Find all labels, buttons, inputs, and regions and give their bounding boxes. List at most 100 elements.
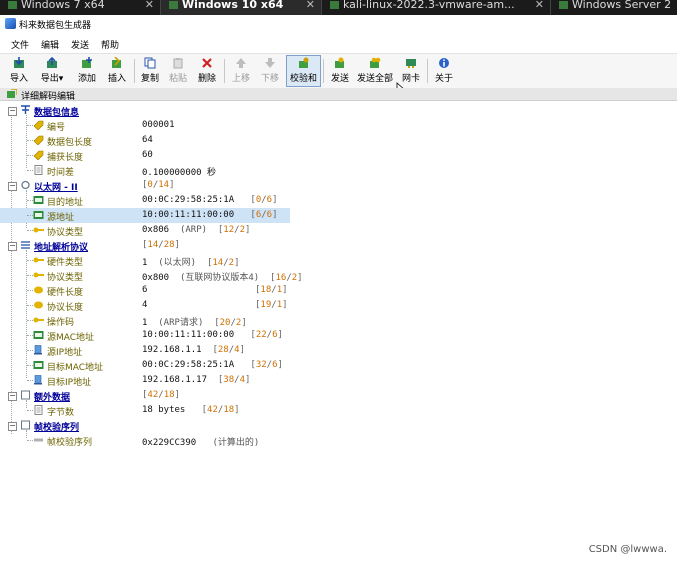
key-icon bbox=[33, 227, 44, 233]
section-icon bbox=[21, 420, 30, 430]
mac-address-icon bbox=[33, 211, 44, 219]
tree-row[interactable]: 时间差 0.100000000 秒 bbox=[0, 163, 677, 178]
field-icon bbox=[33, 120, 44, 130]
field-icon bbox=[34, 286, 43, 294]
field-value[interactable]: 00:0C:29:58:25:1A [32/6] bbox=[142, 360, 283, 370]
tree-row[interactable]: 硬件长度 6 [18/1] bbox=[0, 283, 677, 298]
send-all-button[interactable]: 发送全部 bbox=[355, 56, 395, 86]
title-bar: 科来数据包生成器 bbox=[0, 15, 677, 33]
menu-edit[interactable]: 编辑 bbox=[41, 38, 59, 51]
dropdown-arrow-icon[interactable]: ▾ bbox=[59, 74, 64, 84]
send-button[interactable]: 发送 bbox=[327, 56, 353, 86]
info-icon bbox=[439, 58, 449, 68]
tree-section-extra-data[interactable]: − 额外数据 [42/18] bbox=[0, 388, 677, 403]
tree-row[interactable]: 硬件类型 1 (以太网) [14/2] bbox=[0, 253, 677, 268]
toolbar-separator bbox=[134, 59, 135, 83]
send-all-icon bbox=[370, 57, 381, 68]
byte-range: [19/1] bbox=[255, 300, 288, 310]
field-value[interactable]: 10:00:11:11:00:00 [6/6] bbox=[142, 210, 278, 220]
field-value[interactable]: 10:00:11:11:00:00 [22/6] bbox=[142, 330, 283, 340]
field-value[interactable]: 192.168.1.1 [28/4] bbox=[142, 345, 245, 355]
menu-help[interactable]: 帮助 bbox=[101, 38, 119, 51]
tree-row[interactable]: 帧校验序列 0x229CC390 (计算出的) bbox=[0, 433, 677, 448]
tree-section-packet-info[interactable]: − 数据包信息 bbox=[0, 103, 677, 118]
key-icon bbox=[33, 272, 44, 278]
delete-button[interactable]: 删除 bbox=[194, 56, 220, 86]
vm-tab[interactable]: kali-linux-2022.3-vmware-am... ✕ bbox=[322, 0, 551, 15]
tree-row[interactable]: 目的地址 00:0C:29:58:25:1A [0/6] bbox=[0, 193, 677, 208]
field-value[interactable]: 1 (以太网) [14/2] bbox=[142, 255, 239, 268]
field-value[interactable]: 18 bytes [42/18] bbox=[142, 405, 240, 415]
field-icon bbox=[34, 438, 43, 442]
checksum-icon bbox=[298, 57, 308, 68]
vm-tab-active[interactable]: Windows 10 x64 ✕ bbox=[161, 0, 322, 15]
field-value[interactable]: 192.168.1.17 [38/4] bbox=[142, 375, 250, 385]
collapse-icon[interactable]: − bbox=[8, 422, 17, 431]
tree-row[interactable]: 编号 000001 bbox=[0, 118, 677, 133]
mac-address-icon bbox=[33, 196, 44, 204]
menu-send[interactable]: 发送 bbox=[71, 38, 89, 51]
field-icon bbox=[34, 301, 43, 309]
field-value[interactable]: 1 (ARP请求) [20/2] bbox=[142, 315, 247, 328]
export-button[interactable]: 导出▾ bbox=[36, 56, 68, 86]
vm-tab[interactable]: Windows Server 2 bbox=[551, 0, 677, 15]
field-value[interactable]: 00:0C:29:58:25:1A [0/6] bbox=[142, 195, 278, 205]
field-value[interactable]: 0x806 (ARP) [12/2] bbox=[142, 225, 250, 235]
tree-row[interactable]: 协议类型 0x800 (互联网协议版本4) [16/2] bbox=[0, 268, 677, 283]
collapse-icon[interactable]: − bbox=[8, 392, 17, 401]
app-icon bbox=[5, 18, 16, 29]
tree-row[interactable]: 捕获长度 60 bbox=[0, 148, 677, 163]
menu-file[interactable]: 文件 bbox=[11, 38, 29, 51]
vm-tab[interactable]: Windows 7 x64 ✕ bbox=[0, 0, 161, 15]
checksum-button[interactable]: 校验和 bbox=[286, 55, 321, 87]
byte-range: [0/14] bbox=[142, 180, 175, 190]
tree-row[interactable]: 目标IP地址 192.168.1.17 [38/4] bbox=[0, 373, 677, 388]
tree-section-arp[interactable]: − 地址解析协议 [14/28] bbox=[0, 238, 677, 253]
add-button[interactable]: 添加 bbox=[73, 56, 101, 86]
close-icon[interactable]: ✕ bbox=[145, 0, 154, 10]
byte-range: [18/1] bbox=[255, 285, 288, 295]
tree-section-fcs[interactable]: − 帧校验序列 bbox=[0, 418, 677, 433]
vm-tab-strip: Windows 7 x64 ✕ Windows 10 x64 ✕ kali-li… bbox=[0, 0, 677, 15]
byte-range: [14/28] bbox=[142, 240, 180, 250]
collapse-icon[interactable]: − bbox=[8, 182, 17, 191]
tree-row[interactable]: 协议类型 0x806 (ARP) [12/2] bbox=[0, 223, 677, 238]
document-icon bbox=[34, 405, 43, 415]
vm-icon bbox=[559, 1, 568, 9]
import-button[interactable]: 导入 bbox=[5, 56, 33, 86]
close-icon[interactable]: ✕ bbox=[535, 0, 544, 10]
decode-panel-header: 详细解码编辑 bbox=[0, 88, 677, 102]
section-icon bbox=[21, 390, 30, 400]
move-down-button[interactable]: 下移 bbox=[257, 56, 283, 86]
window-title: 科来数据包生成器 bbox=[19, 21, 92, 31]
decode-tree: − 数据包信息 编号 000001 数据包长度 64 捕获长度 60 时间差 0… bbox=[0, 101, 677, 565]
field-value[interactable]: 0x229CC390 (计算出的) bbox=[142, 435, 259, 448]
paste-icon bbox=[173, 58, 183, 69]
tree-row[interactable]: 源IP地址 192.168.1.1 [28/4] bbox=[0, 343, 677, 358]
tree-row-selected[interactable]: 源地址 10:00:11:11:00:00 [6/6] bbox=[0, 208, 677, 223]
close-icon[interactable]: ✕ bbox=[306, 0, 315, 10]
collapse-icon[interactable]: − bbox=[8, 107, 17, 116]
tree-row[interactable]: 操作码 1 (ARP请求) [20/2] bbox=[0, 313, 677, 328]
about-button[interactable]: 关于 bbox=[431, 56, 457, 86]
add-icon bbox=[82, 57, 92, 68]
tree-row[interactable]: 数据包长度 64 bbox=[0, 133, 677, 148]
field-value[interactable]: 0x800 (互联网协议版本4) [16/2] bbox=[142, 270, 303, 283]
section-icon bbox=[21, 180, 30, 190]
tree-row[interactable]: 目标MAC地址 00:0C:29:58:25:1A [32/6] bbox=[0, 358, 677, 373]
copy-button[interactable]: 复制 bbox=[137, 56, 163, 86]
tree-row[interactable]: 字节数 18 bytes [42/18] bbox=[0, 403, 677, 418]
arrow-up-icon bbox=[236, 58, 246, 68]
move-up-button[interactable]: 上移 bbox=[228, 56, 254, 86]
tree-row[interactable]: 协议长度 4 [19/1] bbox=[0, 298, 677, 313]
vm-icon bbox=[330, 1, 339, 9]
paste-button[interactable]: 粘贴 bbox=[165, 56, 191, 86]
arrow-down-icon bbox=[265, 58, 275, 68]
tree-section-ethernet[interactable]: − 以太网 - II [0/14] bbox=[0, 178, 677, 193]
collapse-icon[interactable]: − bbox=[8, 242, 17, 251]
export-icon bbox=[47, 57, 57, 68]
insert-button[interactable]: 插入 bbox=[103, 56, 131, 86]
menu-bar: 文件 编辑 发送 帮助 bbox=[0, 35, 677, 52]
vm-icon bbox=[8, 1, 17, 9]
tree-row[interactable]: 源MAC地址 10:00:11:11:00:00 [22/6] bbox=[0, 328, 677, 343]
